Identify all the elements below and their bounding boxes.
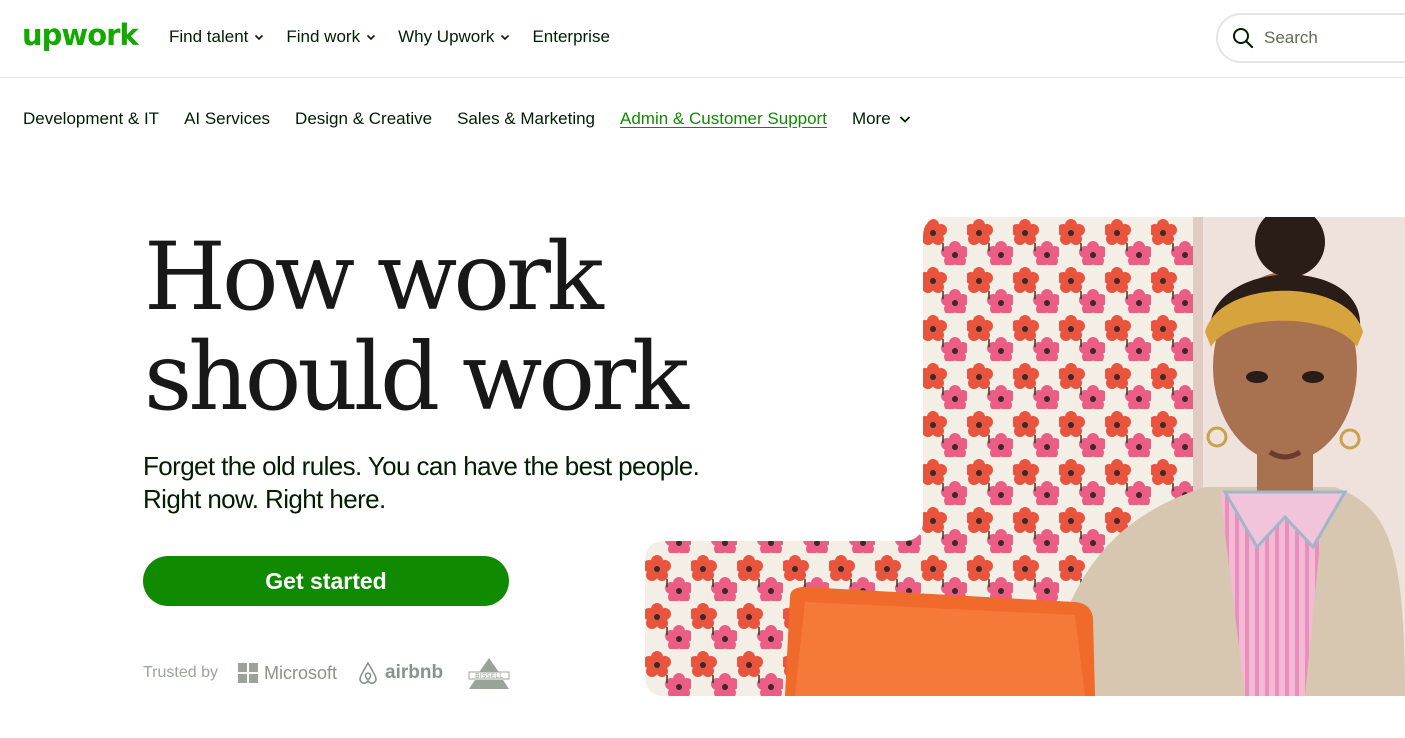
nav-enterprise[interactable]: Enterprise (532, 26, 609, 48)
nav-label: Find work (286, 27, 361, 46)
hero-subheading-line: Right now. Right here. (143, 484, 386, 514)
nav-label: Find talent (169, 27, 249, 46)
bissell-logo: BISSELL (463, 656, 521, 690)
hero-headline-line: How work (144, 223, 604, 332)
svg-text:BISSELL: BISSELL (475, 672, 503, 680)
main-nav: Find talent Find work Why Upwork Enterpr… (169, 26, 632, 48)
hero-subheading-line: Forget the old rules. You can have the b… (143, 451, 700, 481)
hero-headline: How work should work (144, 223, 689, 432)
hero-subheading: Forget the old rules. You can have the b… (143, 450, 700, 516)
brand-name: Microsoft (264, 662, 338, 683)
chevron-down-icon (501, 34, 510, 41)
trusted-by-label: Trusted by (143, 664, 218, 681)
category-design-creative[interactable]: Design & Creative (295, 109, 432, 129)
category-more-button[interactable]: More (852, 109, 911, 129)
hero-image (645, 217, 1405, 696)
bissell-icon: BISSELL (468, 658, 510, 689)
category-development-it[interactable]: Development & IT (23, 109, 159, 129)
brand-name: airbnb (385, 662, 444, 683)
nav-find-talent[interactable]: Find talent (169, 26, 264, 48)
get-started-button[interactable]: Get started (143, 556, 509, 606)
top-header: upwork Find talent Find work Why Upwork … (0, 0, 1405, 78)
search-box[interactable] (1216, 13, 1405, 63)
chevron-down-icon (899, 116, 910, 123)
airbnb-icon (359, 661, 377, 685)
nav-label: Why Upwork (398, 27, 495, 46)
category-ai-services[interactable]: AI Services (184, 109, 270, 129)
search-icon (1233, 28, 1254, 49)
category-admin-customer-support[interactable]: Admin & Customer Support (620, 109, 827, 129)
search-input[interactable] (1264, 28, 1405, 48)
chevron-down-icon (367, 34, 376, 41)
microsoft-windows-icon (238, 663, 258, 683)
trusted-by-row: Trusted by Microsoft airbnb BISSELL (143, 656, 541, 690)
category-nav: Development & IT AI Services Design & Cr… (23, 109, 911, 129)
chevron-down-icon (255, 34, 264, 41)
hero-headline-line: should work (144, 323, 689, 432)
category-sales-marketing[interactable]: Sales & Marketing (457, 109, 595, 129)
more-label: More (851, 109, 891, 128)
upwork-logo[interactable]: upwork (22, 18, 139, 52)
nav-label: Enterprise (532, 27, 610, 46)
nav-why-upwork[interactable]: Why Upwork (398, 26, 510, 48)
microsoft-logo: Microsoft (238, 663, 337, 684)
nav-find-work[interactable]: Find work (286, 26, 376, 48)
airbnb-logo: airbnb (357, 661, 443, 685)
